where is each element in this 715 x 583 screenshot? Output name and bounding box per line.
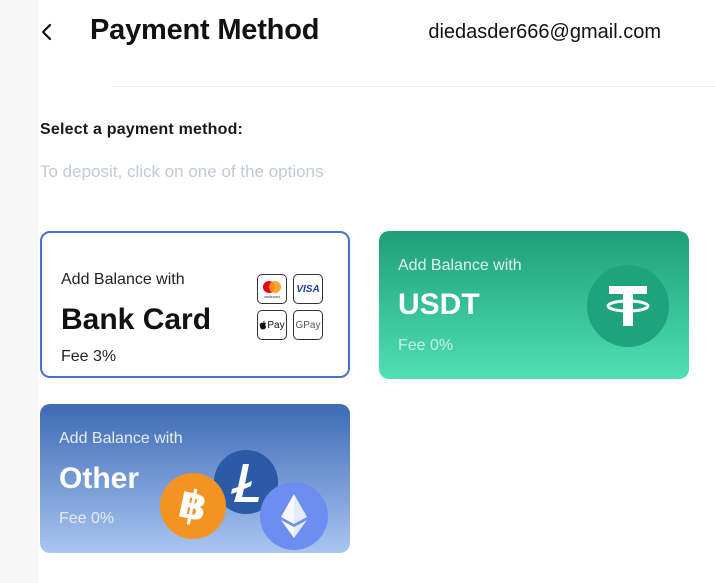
apple-pay-icon: Pay bbox=[257, 310, 287, 340]
google-pay-icon: GPay bbox=[293, 310, 323, 340]
card-lead-text: Add Balance with bbox=[61, 271, 185, 288]
card-method-name: Bank Card bbox=[61, 303, 212, 336]
chevron-left-icon bbox=[41, 23, 52, 41]
card-fee: Fee 0% bbox=[59, 510, 115, 527]
mastercard-wordmark: mastercard bbox=[264, 295, 280, 299]
svg-text:฿: ฿ bbox=[175, 481, 212, 532]
payment-method-page: Payment Method diedasder666@gmail.com Se… bbox=[0, 0, 715, 583]
back-button[interactable] bbox=[33, 18, 59, 46]
left-sidebar-strip bbox=[0, 0, 38, 583]
header-divider bbox=[113, 86, 715, 87]
other-crypto-option[interactable]: Add Balance with Other Fee 0% ฿ bbox=[40, 404, 350, 553]
bank-card-option[interactable]: Add Balance with Bank Card Fee 3% master… bbox=[40, 231, 350, 378]
card-method-name: USDT bbox=[398, 288, 480, 321]
section-title: Select a payment method: bbox=[40, 121, 244, 138]
tether-icon bbox=[587, 265, 669, 347]
card-lead-text: Add Balance with bbox=[398, 257, 522, 274]
user-email: diedasder666@gmail.com bbox=[428, 21, 661, 43]
apple-pay-label: Pay bbox=[267, 319, 285, 331]
bitcoin-icon: ฿ bbox=[160, 473, 226, 539]
usdt-option[interactable]: Add Balance with USDT Fee 0% bbox=[379, 231, 689, 379]
card-method-name: Other bbox=[59, 462, 140, 495]
card-lead-text: Add Balance with bbox=[59, 430, 183, 447]
apple-logo-icon bbox=[260, 320, 267, 330]
mastercard-icon: mastercard bbox=[257, 274, 287, 304]
section-hint: To deposit, click on one of the options bbox=[40, 162, 324, 181]
visa-icon: VISA bbox=[293, 274, 323, 304]
page-title: Payment Method bbox=[90, 14, 320, 46]
card-fee: Fee 0% bbox=[398, 337, 454, 354]
card-fee: Fee 3% bbox=[61, 348, 117, 365]
ethereum-icon bbox=[260, 482, 328, 550]
